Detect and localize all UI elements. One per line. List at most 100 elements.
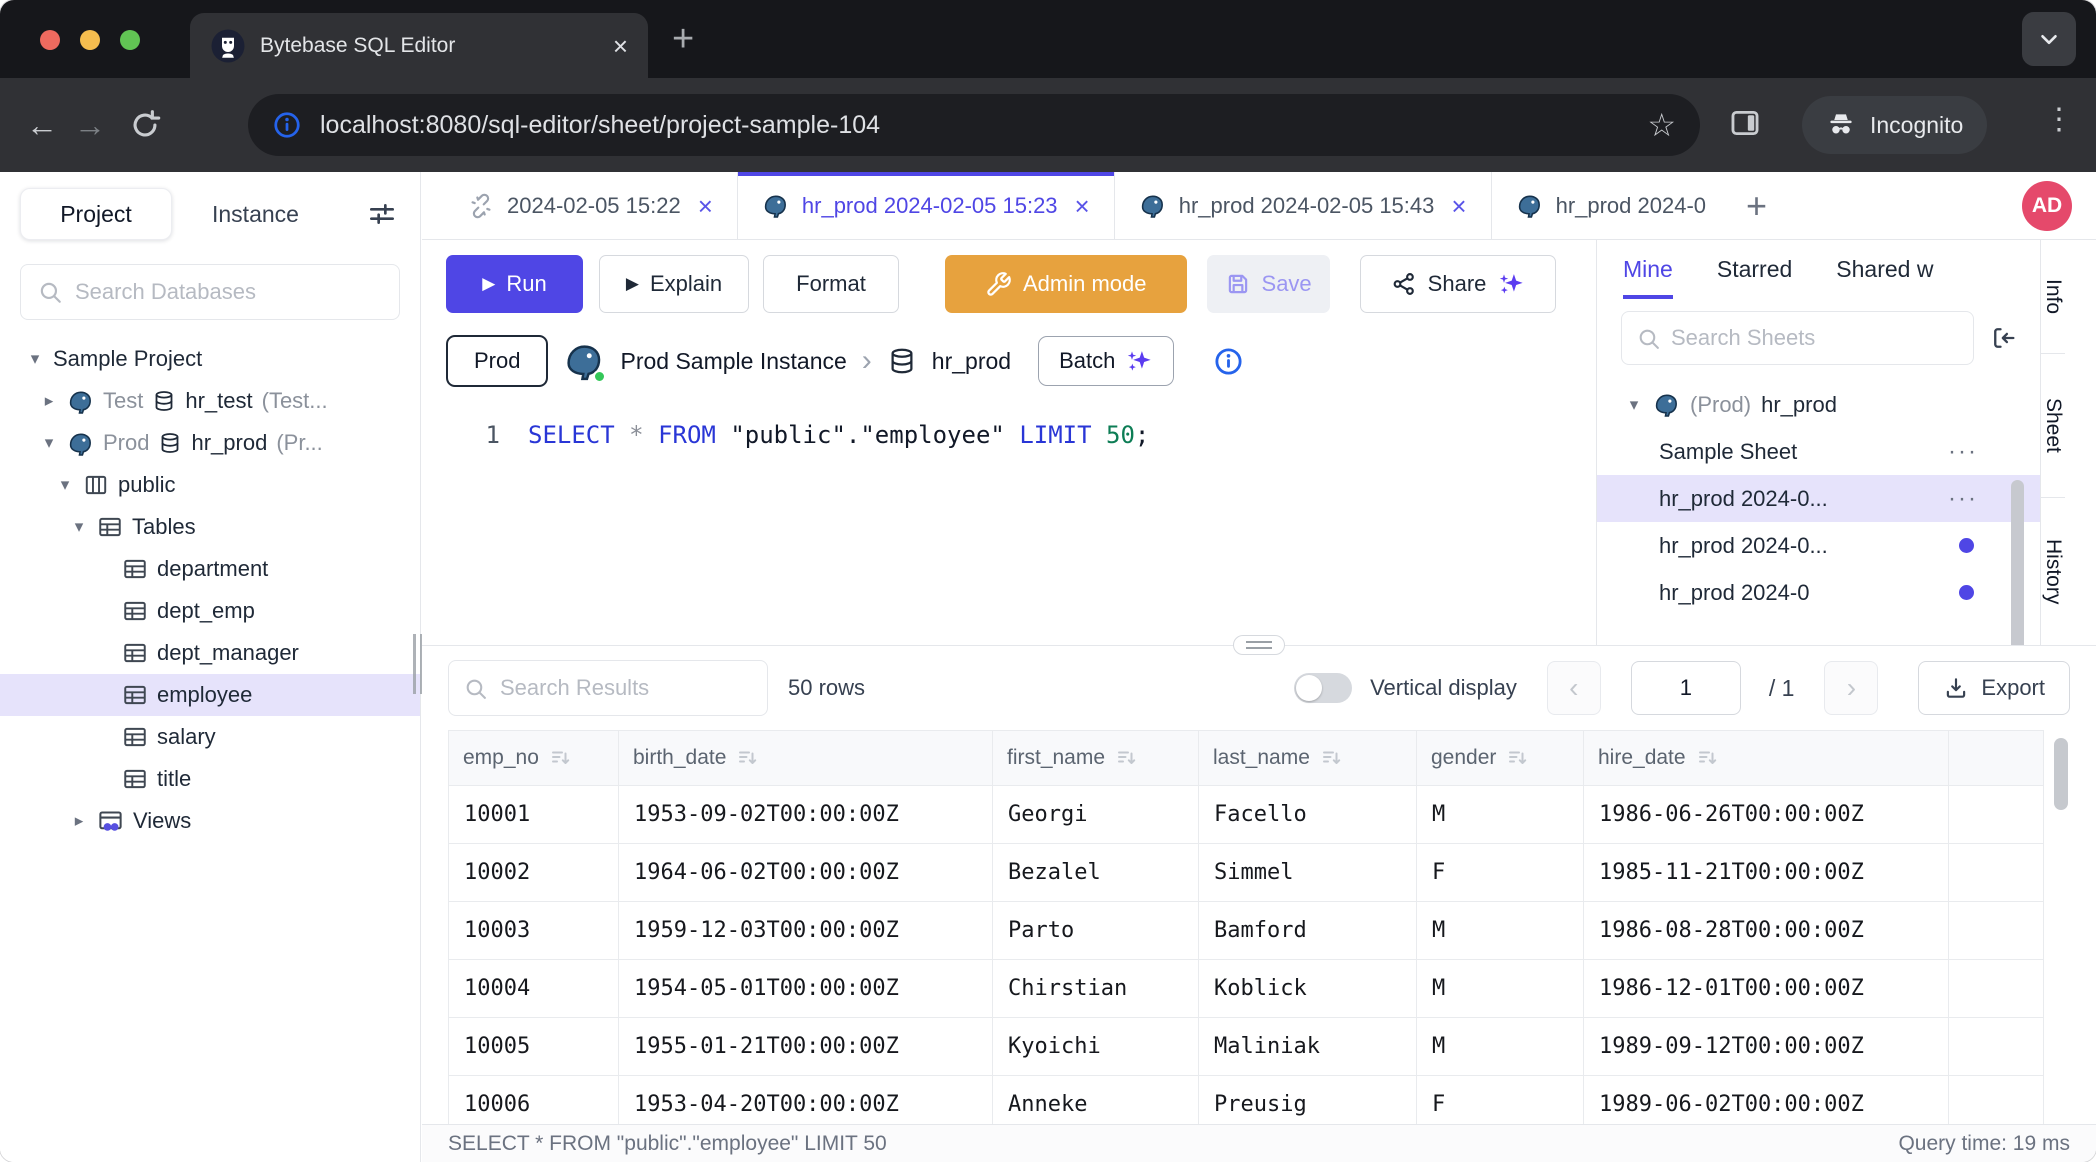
- tree-item-table-employee[interactable]: employee: [0, 674, 420, 716]
- zoom-window-button[interactable]: [120, 30, 140, 50]
- caret-down-icon[interactable]: ▾: [56, 475, 74, 495]
- filter-sliders-icon[interactable]: [366, 198, 398, 230]
- column-header-first-name[interactable]: first_name: [993, 731, 1199, 786]
- table-row[interactable]: 100041954-05-01T00:00:00ZChirstianKoblic…: [449, 960, 2044, 1018]
- database-search[interactable]: [20, 264, 400, 320]
- collapse-panel-icon[interactable]: [1990, 324, 2018, 352]
- sheet-list-item[interactable]: hr_prod 2024-0...: [1597, 522, 2040, 569]
- table-row[interactable]: 100061953-04-20T00:00:00ZAnnekePreusigF1…: [449, 1076, 2044, 1126]
- sort-icon[interactable]: [736, 746, 760, 770]
- bookmark-star-icon[interactable]: ☆: [1647, 106, 1676, 144]
- table-row[interactable]: 100051955-01-21T00:00:00ZKyoichiMaliniak…: [449, 1018, 2044, 1076]
- sheet-tab-3[interactable]: hr_prod 2024-02-05 15:43 ×: [1115, 172, 1492, 239]
- vertical-display-toggle[interactable]: [1294, 673, 1352, 703]
- column-header-hire-date[interactable]: hire_date: [1584, 731, 1949, 786]
- tree-item-table-title[interactable]: title: [0, 758, 420, 800]
- caret-down-icon[interactable]: ▾: [1625, 395, 1643, 415]
- sheet-menu-icon[interactable]: ···: [1948, 485, 1978, 513]
- admin-mode-button[interactable]: Admin mode: [945, 255, 1187, 313]
- tab-instance[interactable]: Instance: [212, 201, 299, 228]
- table-row[interactable]: 100031959-12-03T00:00:00ZPartoBamfordM19…: [449, 902, 2044, 960]
- info-icon[interactable]: [1213, 346, 1244, 377]
- address-bar[interactable]: localhost:8080/sql-editor/sheet/project-…: [248, 94, 1700, 156]
- table-row[interactable]: 100021964-06-02T00:00:00ZBezalelSimmelF1…: [449, 844, 2044, 902]
- tree-item-test-db[interactable]: ▸ Test hr_test (Test...: [0, 380, 420, 422]
- rail-tab-history[interactable]: History: [2041, 497, 2065, 645]
- tab-starred[interactable]: Starred: [1717, 256, 1792, 299]
- instance-name[interactable]: Prod Sample Instance: [620, 348, 846, 375]
- rail-tab-info[interactable]: Info: [2041, 240, 2065, 353]
- explain-button[interactable]: ▶ Explain: [599, 255, 749, 313]
- browser-tab[interactable]: Bytebase SQL Editor ×: [190, 13, 648, 78]
- column-header-last-name[interactable]: last_name: [1199, 731, 1417, 786]
- table-row[interactable]: 100011953-09-02T00:00:00ZGeorgiFacelloM1…: [449, 786, 2044, 844]
- format-button[interactable]: Format: [763, 255, 899, 313]
- sql-editor[interactable]: 1 SELECT * FROM "public"."employee" LIMI…: [422, 401, 1590, 457]
- sheet-list-item-selected[interactable]: hr_prod 2024-0... ···: [1597, 475, 2040, 522]
- close-sheet-icon[interactable]: ×: [1075, 193, 1090, 219]
- prev-page-button[interactable]: ‹: [1547, 661, 1601, 715]
- tree-item-schema-public[interactable]: ▾ public: [0, 464, 420, 506]
- results-search-input[interactable]: [500, 675, 753, 701]
- tree-item-views[interactable]: ▸ Views: [0, 800, 420, 842]
- close-sheet-icon[interactable]: ×: [698, 193, 713, 219]
- tree-item-table-salary[interactable]: salary: [0, 716, 420, 758]
- tab-mine[interactable]: Mine: [1623, 256, 1673, 299]
- sort-icon[interactable]: [1696, 746, 1720, 770]
- tab-search-button[interactable]: [2022, 12, 2076, 66]
- minimize-window-button[interactable]: [80, 30, 100, 50]
- back-button[interactable]: ←: [18, 107, 66, 144]
- column-header-birth-date[interactable]: birth_date: [619, 731, 993, 786]
- tree-item-table-dept-emp[interactable]: dept_emp: [0, 590, 420, 632]
- tree-item-project[interactable]: ▾ Sample Project: [0, 338, 420, 380]
- run-button[interactable]: ▶ Run: [446, 255, 583, 313]
- close-tab-icon[interactable]: ×: [613, 33, 628, 59]
- sort-icon[interactable]: [1320, 746, 1344, 770]
- caret-down-icon[interactable]: ▾: [70, 517, 88, 537]
- export-button[interactable]: Export: [1918, 661, 2070, 715]
- column-header-gender[interactable]: gender: [1417, 731, 1584, 786]
- sheet-list-item[interactable]: hr_prod 2024-0: [1597, 569, 2040, 616]
- environment-badge[interactable]: Prod: [446, 335, 548, 387]
- sheet-tab-1[interactable]: 2024-02-05 15:22 ×: [444, 172, 738, 239]
- sheet-menu-icon[interactable]: ···: [1948, 438, 1978, 466]
- share-button[interactable]: Share: [1360, 255, 1557, 313]
- panel-resize-handle[interactable]: [1233, 635, 1285, 655]
- ai-sparkle-icon[interactable]: [1497, 270, 1525, 298]
- sheet-tab-4[interactable]: hr_prod 2024-0: [1492, 172, 1730, 239]
- tab-project[interactable]: Project: [20, 188, 172, 240]
- tree-item-table-department[interactable]: department: [0, 548, 420, 590]
- results-scrollbar[interactable]: [2054, 738, 2068, 810]
- caret-right-icon[interactable]: ▸: [40, 391, 58, 411]
- sheets-scrollbar[interactable]: [2011, 480, 2024, 645]
- tree-item-table-dept-manager[interactable]: dept_manager: [0, 632, 420, 674]
- forward-button[interactable]: →: [66, 107, 114, 144]
- add-sheet-button[interactable]: +: [1746, 185, 1767, 227]
- database-search-input[interactable]: [75, 279, 383, 305]
- column-header-emp-no[interactable]: emp_no: [449, 731, 619, 786]
- sheet-list-item[interactable]: Sample Sheet ···: [1597, 428, 2040, 475]
- reload-button[interactable]: [128, 108, 162, 142]
- site-info-icon[interactable]: [272, 110, 302, 140]
- sort-icon[interactable]: [549, 746, 573, 770]
- rail-tab-sheet[interactable]: Sheet: [2041, 353, 2065, 497]
- browser-menu-button[interactable]: ⋮: [2044, 102, 2074, 137]
- batch-button[interactable]: Batch: [1038, 336, 1174, 386]
- database-name[interactable]: hr_prod: [932, 348, 1011, 375]
- sort-icon[interactable]: [1506, 746, 1530, 770]
- sheets-search-input[interactable]: [1671, 325, 1959, 351]
- close-sheet-icon[interactable]: ×: [1451, 193, 1466, 219]
- next-page-button[interactable]: ›: [1824, 661, 1878, 715]
- tree-item-tables[interactable]: ▾ Tables: [0, 506, 420, 548]
- tree-item-prod-db[interactable]: ▾ Prod hr_prod (Pr...: [0, 422, 420, 464]
- tab-shared-with-me[interactable]: Shared w: [1836, 256, 1933, 299]
- results-search[interactable]: [448, 660, 768, 716]
- sheets-search[interactable]: [1621, 311, 1974, 365]
- new-tab-button[interactable]: +: [672, 18, 694, 61]
- sort-icon[interactable]: [1115, 746, 1139, 770]
- sheet-tab-2-active[interactable]: hr_prod 2024-02-05 15:23 ×: [738, 172, 1115, 239]
- sheet-group-row[interactable]: ▾ (Prod) hr_prod: [1597, 381, 2040, 428]
- caret-down-icon[interactable]: ▾: [26, 349, 44, 369]
- caret-down-icon[interactable]: ▾: [40, 433, 58, 453]
- user-avatar[interactable]: AD: [2022, 181, 2072, 231]
